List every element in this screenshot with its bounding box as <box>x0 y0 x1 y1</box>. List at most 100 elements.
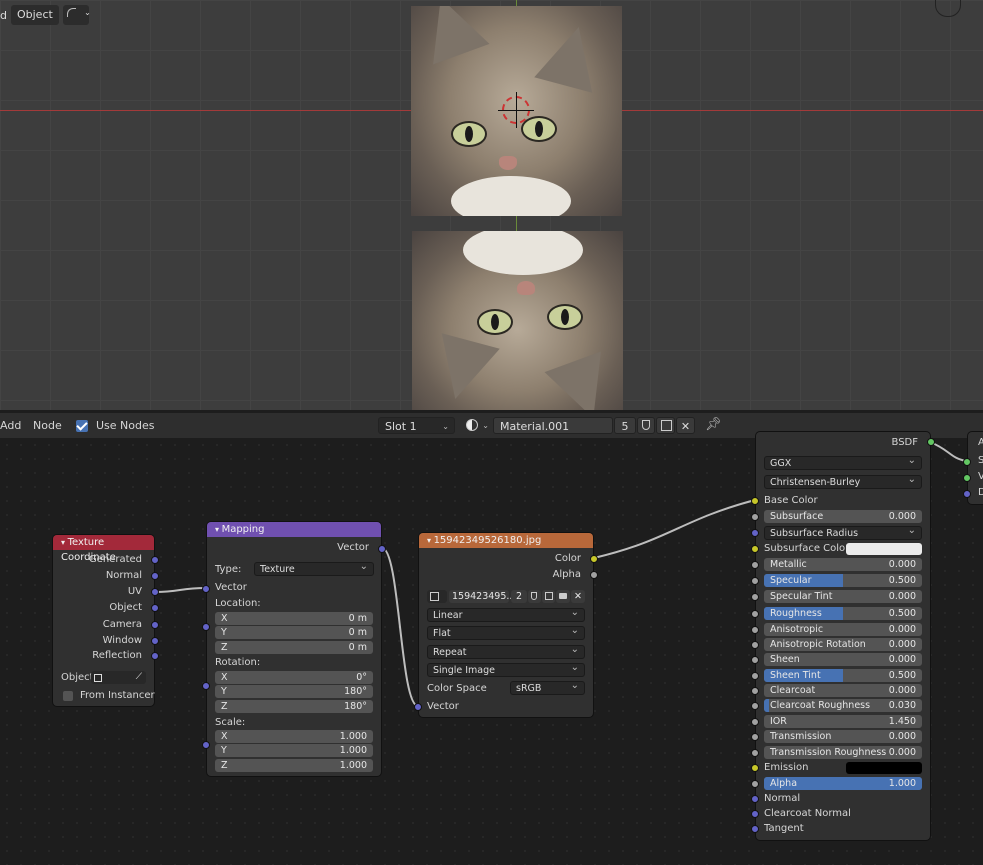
material-browse-button[interactable]: ⌄ <box>463 417 491 434</box>
image-browse-button[interactable] <box>427 590 447 603</box>
transmission-roughness-field[interactable]: Transmission Roughness 0.000 <box>764 746 922 759</box>
navigation-gizmo-icon[interactable] <box>935 0 961 17</box>
eyedropper-icon[interactable]: ⟋ <box>136 671 142 684</box>
node-title[interactable]: Mapping <box>207 522 381 537</box>
socket-scale-input[interactable] <box>202 741 210 749</box>
3d-viewport[interactable]: d Object ⌄ <box>0 0 983 410</box>
socket-specular-input[interactable] <box>751 577 759 585</box>
socket-displacement-input[interactable] <box>963 490 971 498</box>
subsurface-radius-select[interactable]: Subsurface Radius <box>764 524 922 540</box>
rotation-z-field[interactable]: Z 180° <box>215 700 373 713</box>
image-texture-node[interactable]: 15942349526180.jpg Color Alpha 159423495… <box>419 533 593 717</box>
socket-sheen-tint-input[interactable] <box>751 672 759 680</box>
unlink-material-button[interactable]: ✕ <box>676 417 695 434</box>
location-y-field[interactable]: Y 0 m <box>215 626 373 639</box>
3d-cursor-icon[interactable] <box>498 92 534 128</box>
location-x-field[interactable]: X 0 m <box>215 612 373 625</box>
socket-roughness-input[interactable] <box>751 610 759 618</box>
socket-rotation-input[interactable] <box>202 682 210 690</box>
material-name-field[interactable]: Material.001 <box>493 417 613 434</box>
image-users-count[interactable]: 2 <box>511 590 527 603</box>
socket-window[interactable] <box>151 637 159 645</box>
transmission-field[interactable]: Transmission 0.000 <box>764 730 922 743</box>
socket-clearcoat-input[interactable] <box>751 687 759 695</box>
socket-uv[interactable] <box>151 588 159 596</box>
color-space-select[interactable]: sRGB <box>510 679 585 695</box>
from-instancer-checkbox[interactable] <box>63 690 73 701</box>
socket-anisotropic-input[interactable] <box>751 626 759 634</box>
mapping-type-select[interactable]: Texture <box>254 560 374 576</box>
fake-user-button[interactable] <box>637 417 655 434</box>
material-user-count[interactable]: 5 <box>614 417 636 434</box>
scale-z-field[interactable]: Z 1.000 <box>215 759 373 772</box>
socket-volume-input[interactable] <box>963 474 971 482</box>
socket-alpha-input[interactable] <box>751 780 759 788</box>
roughness-field[interactable]: Roughness 0.500 <box>764 607 922 620</box>
principled-bsdf-node[interactable]: BSDF GGX Christensen-Burley Base Color S… <box>756 432 930 840</box>
from-instancer-toggle[interactable]: From Instancer <box>63 689 155 702</box>
socket-clearcoat-normal-input[interactable] <box>751 810 759 818</box>
metallic-field[interactable]: Metallic 0.000 <box>764 558 922 571</box>
socket-base-color-input[interactable] <box>751 497 759 505</box>
image-unlink-button[interactable]: ✕ <box>571 590 585 603</box>
anisotropic-rotation-field[interactable]: Anisotropic Rotation 0.000 <box>764 638 922 651</box>
mapping-node[interactable]: Mapping Vector Type: Texture Vector Loca… <box>207 522 381 776</box>
socket-color-output[interactable] <box>590 555 598 563</box>
slot-select[interactable]: Slot 1 ⌄ <box>378 417 455 434</box>
socket-transmission-input[interactable] <box>751 733 759 741</box>
scale-y-field[interactable]: Y 1.000 <box>215 744 373 757</box>
socket-transmission-roughness-input[interactable] <box>751 749 759 757</box>
socket-normal-input[interactable] <box>751 795 759 803</box>
use-nodes-toggle[interactable]: Use Nodes <box>76 419 155 432</box>
socket-reflection[interactable] <box>151 652 159 660</box>
subsurface-color-swatch[interactable] <box>846 543 922 555</box>
socket-image-vector-input[interactable] <box>414 703 422 711</box>
object-mode-button[interactable]: Object <box>10 5 59 25</box>
ior-field[interactable]: IOR 1.450 <box>764 715 922 728</box>
source-select[interactable]: Single Image <box>427 661 585 677</box>
clearcoat-field[interactable]: Clearcoat 0.000 <box>764 684 922 697</box>
socket-subsurface-radius-input[interactable] <box>751 529 759 537</box>
anisotropic-field[interactable]: Anisotropic 0.000 <box>764 623 922 636</box>
pin-icon[interactable]: 📌︎ <box>705 417 722 432</box>
socket-mapping-vector-input[interactable] <box>202 585 210 593</box>
use-nodes-checkbox[interactable] <box>76 419 88 432</box>
socket-clearcoat-roughness-input[interactable] <box>751 702 759 710</box>
extension-select[interactable]: Repeat <box>427 643 585 659</box>
scale-x-field[interactable]: X 1.000 <box>215 730 373 743</box>
texture-coordinate-node[interactable]: Texture Coordinate Generated Normal UV O… <box>53 535 155 706</box>
alpha-field[interactable]: Alpha 1.000 <box>764 777 922 790</box>
distribution-select[interactable]: GGX <box>764 454 922 470</box>
rotation-x-field[interactable]: X 0° <box>215 671 373 684</box>
add-menu[interactable]: Add <box>0 419 21 432</box>
clearcoat-roughness-field[interactable]: Clearcoat Roughness 0.030 <box>764 699 922 712</box>
node-menu[interactable]: Node <box>33 419 62 432</box>
socket-ior-input[interactable] <box>751 718 759 726</box>
interpolation-select[interactable]: Linear <box>427 606 585 622</box>
specular-tint-field[interactable]: Specular Tint 0.000 <box>764 590 922 603</box>
socket-tangent-input[interactable] <box>751 825 759 833</box>
image-fake-user-button[interactable] <box>528 590 541 603</box>
projection-select[interactable]: Flat <box>427 624 585 640</box>
socket-generated[interactable] <box>151 556 159 564</box>
specular-field[interactable]: Specular 0.500 <box>764 574 922 587</box>
socket-specular-tint-input[interactable] <box>751 593 759 601</box>
socket-mapping-output[interactable] <box>378 545 386 553</box>
socket-metallic-input[interactable] <box>751 561 759 569</box>
socket-alpha-output[interactable] <box>590 571 598 579</box>
image-open-button[interactable] <box>556 590 570 603</box>
image-duplicate-button[interactable] <box>542 590 555 603</box>
transform-orientation-button[interactable]: ⌄ <box>62 5 91 25</box>
sheen-tint-field[interactable]: Sheen Tint 0.500 <box>764 669 922 682</box>
socket-object[interactable] <box>151 604 159 612</box>
image-plane-bottom[interactable] <box>412 231 623 410</box>
subsurface-method-select[interactable]: Christensen-Burley <box>764 473 922 489</box>
location-z-field[interactable]: Z 0 m <box>215 641 373 654</box>
socket-camera[interactable] <box>151 621 159 629</box>
socket-location-input[interactable] <box>202 623 210 631</box>
socket-subsurface-input[interactable] <box>751 513 759 521</box>
emission-color-swatch[interactable] <box>846 762 922 774</box>
socket-anisotropic-rotation-input[interactable] <box>751 641 759 649</box>
socket-bsdf-output[interactable] <box>927 438 935 446</box>
sheen-field[interactable]: Sheen 0.000 <box>764 653 922 666</box>
